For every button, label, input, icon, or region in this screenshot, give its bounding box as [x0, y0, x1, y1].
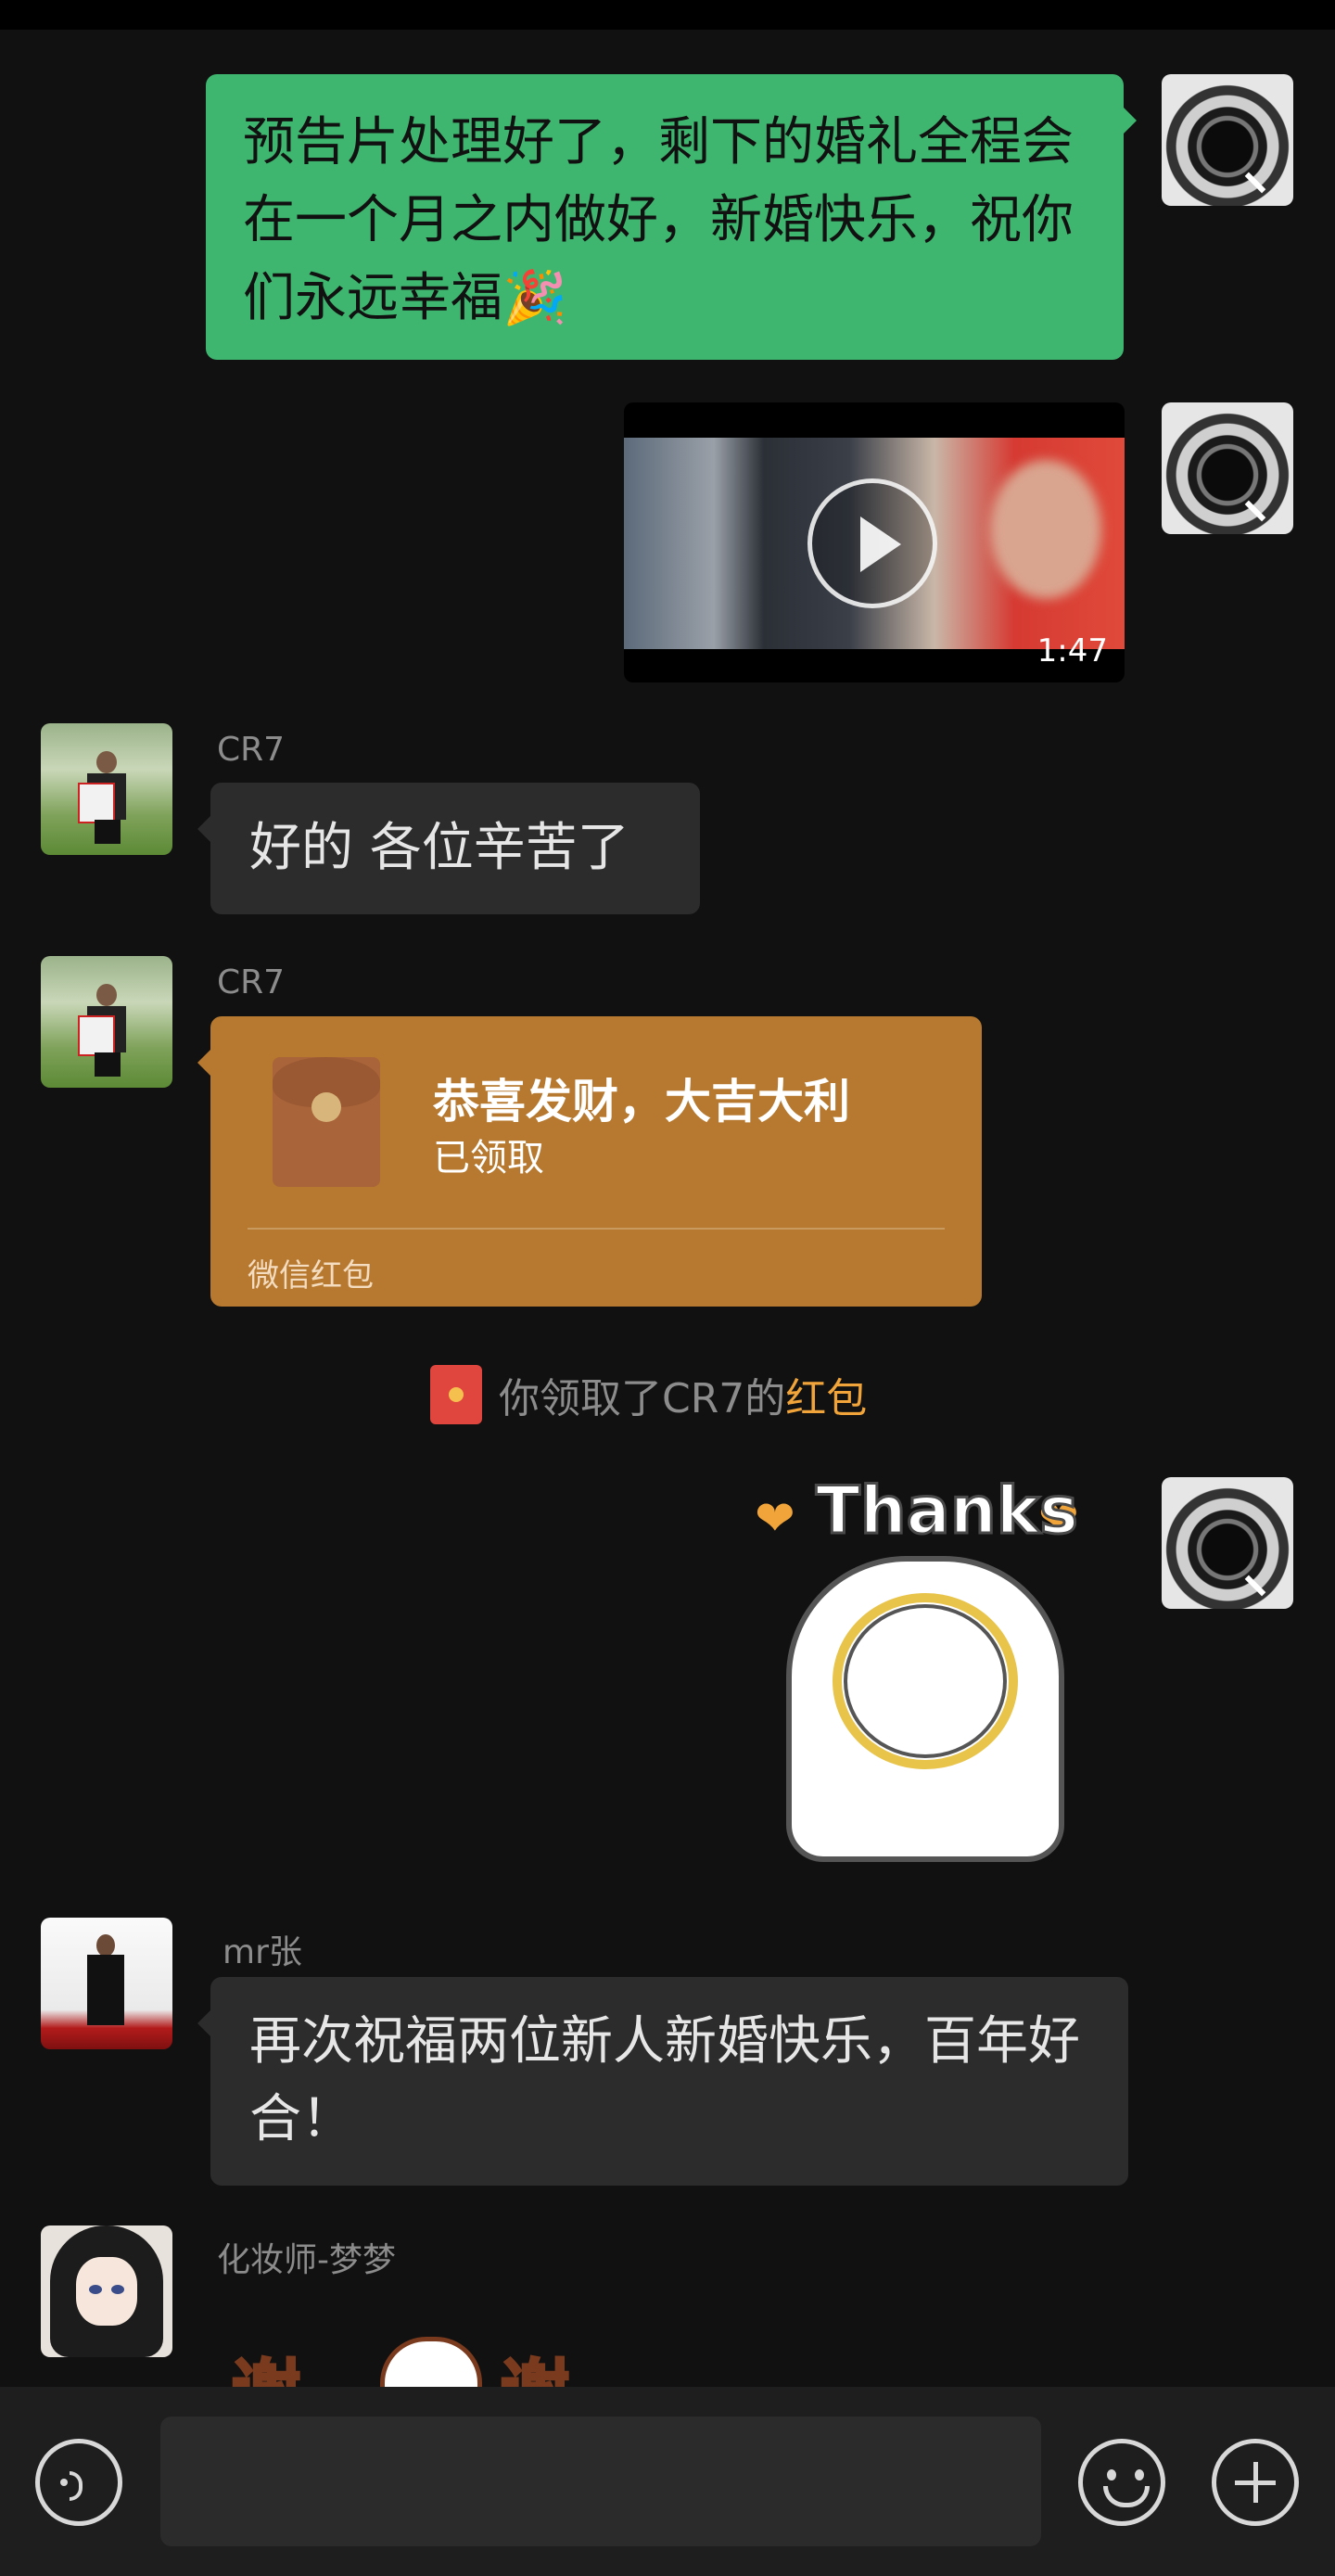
- avatar-self[interactable]: [1162, 1477, 1293, 1609]
- red-packet-divider: [248, 1228, 945, 1230]
- red-packet-message[interactable]: 恭喜发财，大吉大利 已领取 微信红包: [197, 1016, 982, 1307]
- voice-icon[interactable]: [35, 2439, 122, 2526]
- avatar-figure-head: [96, 751, 117, 773]
- sticker-face: [844, 1604, 1007, 1758]
- message-text: 好的 各位辛苦了: [249, 818, 629, 878]
- red-packet-seal: [312, 1092, 341, 1122]
- avatar-figure-shirt: [78, 1015, 115, 1056]
- red-packet-title: 恭喜发财，大吉大利: [433, 1075, 850, 1129]
- avatar-face: [76, 2257, 137, 2326]
- play-icon[interactable]: [807, 478, 937, 608]
- sender-name: CR7: [217, 731, 286, 769]
- red-packet-link[interactable]: 红包: [785, 1365, 867, 1424]
- avatar-figure-head: [96, 1934, 115, 1957]
- message-bubble-other[interactable]: 好的 各位辛苦了: [197, 783, 700, 914]
- red-packet-icon: [273, 1057, 380, 1187]
- plus-icon[interactable]: [1212, 2439, 1299, 2526]
- avatar-makeup-artist[interactable]: [41, 2225, 172, 2357]
- avatar-self[interactable]: [1162, 74, 1293, 206]
- red-packet-icon: [430, 1365, 482, 1424]
- sender-name: CR7: [217, 963, 286, 1001]
- avatar-mr-zhang[interactable]: [41, 1918, 172, 2049]
- message-bubble-self[interactable]: 预告片处理好了，剩下的婚礼全程会在一个月之内做好，新婚快乐，祝你们永远幸福🎉: [206, 74, 1137, 360]
- video-duration: 1:47: [1036, 632, 1108, 670]
- avatar-eye: [89, 2285, 102, 2294]
- avatar-figure-head: [96, 984, 117, 1006]
- heart-icon: ❤: [755, 1491, 795, 1547]
- thanks-sticker[interactable]: ❤ ❤ Thanks: [749, 1472, 1101, 1881]
- emoji-icon[interactable]: [1078, 2439, 1165, 2526]
- red-packet-footer: 微信红包: [248, 1257, 374, 1294]
- avatar-figure-legs: [95, 820, 121, 844]
- avatar-self[interactable]: [1162, 402, 1293, 534]
- status-bar: [0, 0, 1335, 30]
- sender-name: 化妆师-梦梦: [217, 2241, 396, 2279]
- sender-name: mr张: [222, 1933, 302, 1971]
- message-text: 再次祝福两位新人新婚快乐，百年好合！: [249, 2011, 1080, 2149]
- video-thumbnail-face: [990, 460, 1101, 599]
- avatar-eye: [111, 2285, 124, 2294]
- avatar-figure-legs: [95, 1052, 121, 1077]
- avatar-cr7[interactable]: [41, 956, 172, 1088]
- message-bubble-other[interactable]: 再次祝福两位新人新婚快乐，百年好合！: [197, 1977, 1128, 2186]
- sticker-text: Thanks: [815, 1472, 1080, 1550]
- avatar-cr7[interactable]: [41, 723, 172, 855]
- video-message[interactable]: 1:47: [624, 402, 1125, 682]
- message-text: 预告片处理好了，剩下的婚礼全程会在一个月之内做好，新婚快乐，祝你们永远幸福🎉: [243, 112, 1074, 328]
- avatar-figure-body: [87, 1955, 124, 2025]
- avatar-figure-shirt: [78, 783, 115, 823]
- message-input[interactable]: [160, 2417, 1041, 2546]
- red-packet-status: 已领取: [433, 1137, 544, 1180]
- notice-text: 你领取了CR7的: [499, 1375, 786, 1422]
- system-notice: 你领取了CR7的 红包: [430, 1365, 867, 1424]
